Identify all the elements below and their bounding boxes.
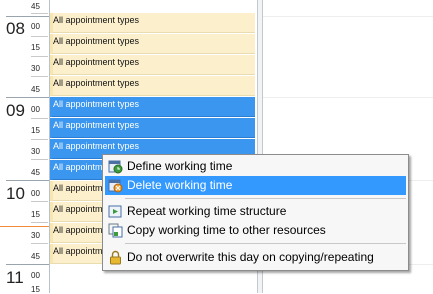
menu-item-define-working-time[interactable]: Define working time [105,157,406,176]
minute-label: 45 [31,168,40,177]
minute-label: 45 [31,2,40,11]
hour-line [6,264,49,265]
working-time-slot[interactable]: All appointment types [50,76,255,96]
hour-line [6,97,49,98]
time-tick [31,118,48,119]
slot-label: All appointment types [53,57,140,67]
minute-label: 30 [31,64,40,73]
time-column: 45 08 00 15 30 45 09 00 15 30 45 10 00 1… [0,0,50,294]
minute-label: 30 [31,147,40,156]
menu-item-delete-working-time[interactable]: Delete working time [105,176,406,195]
time-tick [31,36,48,37]
hour-label: 11 [6,268,24,287]
menu-item-label: Delete working time [127,178,233,192]
working-time-slot[interactable]: All appointment types [50,13,255,33]
grid-line [263,16,433,17]
hour-line [6,16,49,17]
minute-label: 00 [31,189,40,198]
slot-label: All appointment types [53,15,140,25]
working-time-slot[interactable]: All appointment types [50,55,255,75]
minute-label: 45 [31,85,40,94]
minute-label: 00 [31,105,40,114]
grid-line [263,97,433,98]
time-tick [31,139,48,140]
hour-line [6,180,49,181]
hour-label: 08 [6,19,25,38]
time-tick [31,243,48,244]
define-working-time-icon [108,160,123,174]
time-tick [31,76,48,77]
current-time-line [0,226,49,227]
menu-item-label: Repeat working time structure [127,204,287,218]
minute-label: 00 [31,271,40,280]
slot-label: All appointment types [53,36,140,46]
time-tick [31,13,48,14]
menu-item-copy-working-time[interactable]: Copy working time to other resources [105,221,406,240]
slot-label: All appointment types [53,99,140,109]
minute-label: 00 [31,22,40,31]
minute-label: 30 [31,231,40,240]
minute-label: 45 [31,252,40,261]
minute-label: 15 [31,210,40,219]
menu-item-repeat-working-time[interactable]: Repeat working time structure [105,202,406,221]
copy-icon [108,223,123,238]
time-tick [31,56,48,57]
menu-item-label: Do not overwrite this day on copying/rep… [127,250,374,264]
working-time-slot-selected[interactable]: All appointment types [50,118,255,138]
menu-separator [125,198,406,199]
minute-label: 15 [31,126,40,135]
slot-label: All appointment types [53,141,140,151]
delete-working-time-icon [108,179,123,193]
repeat-icon [108,205,122,218]
slot-label: All appointment types [53,78,140,88]
hour-label: 09 [6,101,25,120]
time-tick [31,159,48,160]
time-tick [31,201,48,202]
context-menu: Define working time Delete working time … [102,154,409,271]
menu-separator [125,243,406,244]
lock-icon [110,250,121,265]
slot-label: All appointment types [53,120,140,130]
working-time-slot[interactable]: All appointment types [50,34,255,54]
menu-item-label: Define working time [127,159,233,173]
minute-label: 15 [31,43,40,52]
time-tick [31,222,48,223]
menu-item-label: Copy working time to other resources [127,223,326,237]
menu-item-do-not-overwrite[interactable]: Do not overwrite this day on copying/rep… [105,248,406,267]
working-time-slot-selected[interactable]: All appointment types [50,97,255,117]
hour-label: 10 [6,184,25,203]
